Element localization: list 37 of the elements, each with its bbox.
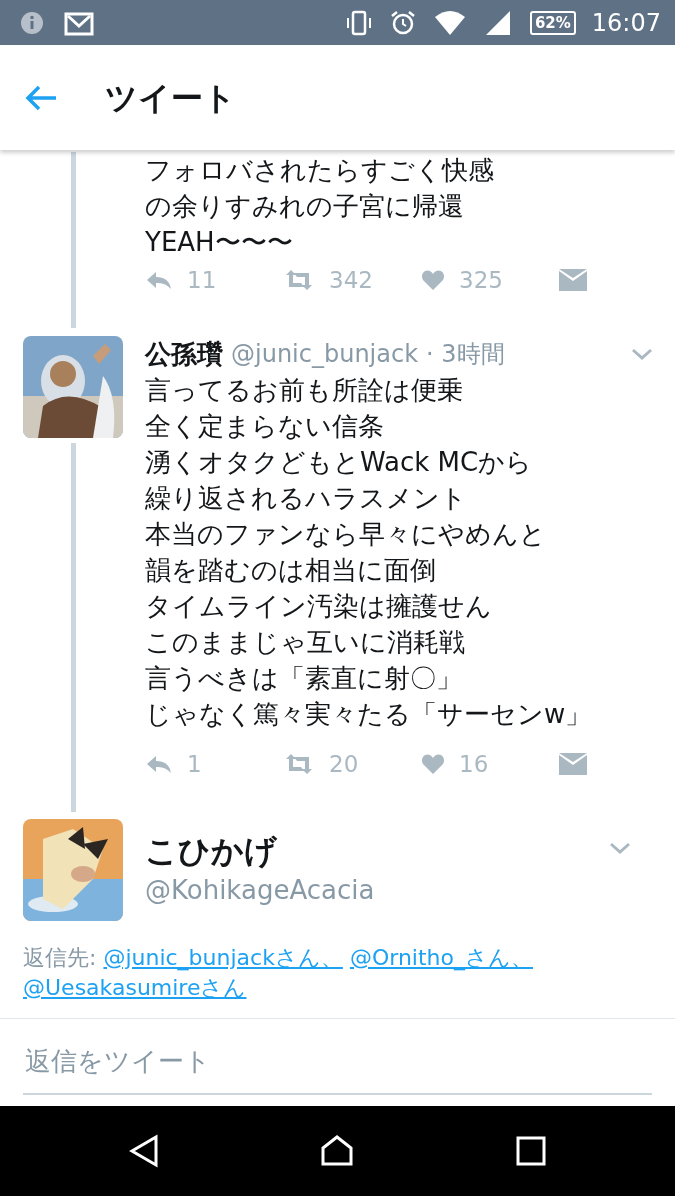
reply-icon[interactable]	[145, 753, 173, 775]
chevron-icon[interactable]	[609, 841, 631, 855]
info-icon	[20, 10, 44, 35]
user-handle: @junic_bunjack	[231, 339, 419, 370]
envelope-icon[interactable]	[559, 269, 587, 291]
mention-link[interactable]: @junic_bunjackさん、	[103, 945, 343, 970]
like-count: 325	[459, 265, 503, 295]
recent-apps-icon[interactable]	[515, 1135, 548, 1167]
back-nav-icon[interactable]	[127, 1134, 160, 1168]
heart-icon[interactable]	[421, 269, 445, 291]
reply-input[interactable]: 返信をツイート	[23, 1029, 652, 1095]
tweet-text: 言ってるお前も所詮は便乗 全く定まらない信条 湧くオタクどもとWack MCから 繰り返されるハラスメント 本当のファンなら早々にやめんと 韻を踏むのは相当に面倒 タイムライン汚染は擁護せん このままじゃ互いに消耗戦 言うべきは「素直に射〇」 じゃなく篤々実々たる「サーセンw」	[145, 374, 593, 731]
back-button[interactable]	[24, 83, 58, 112]
heart-icon[interactable]	[421, 753, 445, 775]
envelope-icon[interactable]	[559, 753, 587, 775]
reply-count: 1	[187, 749, 202, 779]
user-name: こひかげ	[145, 831, 278, 871]
mention-link[interactable]: @Uesakasumireさん	[23, 975, 247, 1000]
chevron-icon[interactable]	[631, 347, 653, 361]
reply-icon[interactable]	[145, 269, 173, 291]
reply-to-label: 返信先:	[23, 945, 98, 970]
like-count: 16	[459, 749, 489, 779]
vibrate-icon	[345, 9, 372, 36]
mention-link[interactable]: @Ornitho_さん、	[349, 945, 533, 970]
tweet-time: · 3時間	[426, 339, 505, 370]
retweet-count: 20	[329, 749, 359, 779]
user-handle: @KohikageAcacia	[145, 874, 376, 907]
clock: 16:07	[591, 7, 661, 39]
reply-count: 11	[187, 265, 217, 295]
alarm-icon	[389, 9, 416, 36]
home-icon[interactable]	[319, 1134, 356, 1168]
battery-level: 62%	[529, 10, 576, 35]
retweet-count: 342	[329, 265, 373, 295]
page-title: ツイート	[105, 77, 236, 119]
tweet-text: フォロバされたらすごく快感 の余りすみれの子宮に帰還 YEAH〜〜〜	[145, 154, 495, 259]
wifi-icon	[433, 8, 466, 37]
user-name: 公孫瓚	[145, 337, 223, 371]
